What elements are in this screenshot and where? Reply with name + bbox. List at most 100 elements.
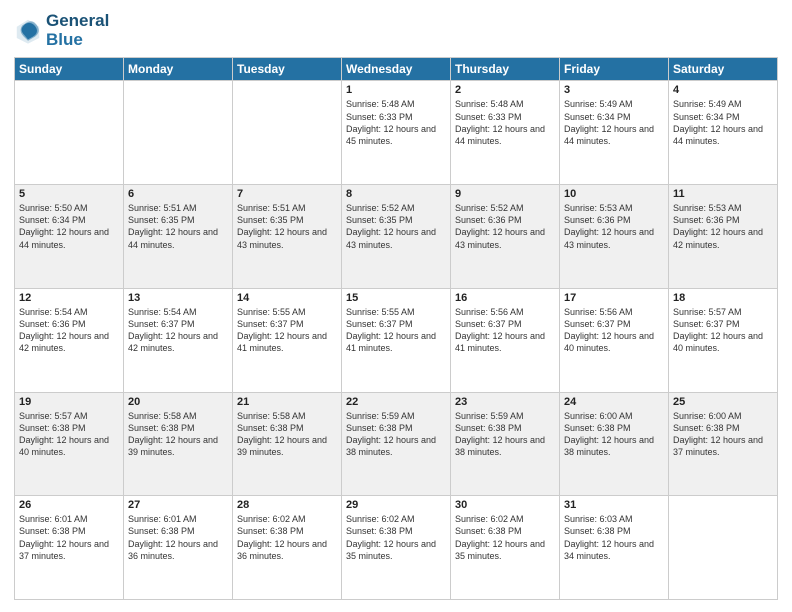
calendar-cell: 13 Sunrise: 5:54 AMSunset: 6:37 PMDayligh… [124,288,233,392]
day-number: 24 [564,396,664,408]
calendar-cell: 18 Sunrise: 5:57 AMSunset: 6:37 PMDayligh… [669,288,778,392]
day-number: 2 [455,84,555,96]
calendar-cell: 8Sunrise: 5:52 AMSunset: 6:35 PMDaylight… [342,185,451,289]
day-info: Sunrise: 6:01 AMSunset: 6:38 PMDaylight:… [128,513,228,562]
calendar-cell: 25Sunrise: 6:00 AMSunset: 6:38 PMDayligh… [669,392,778,496]
day-number: 16 [455,292,555,304]
calendar-cell: 15 Sunrise: 5:55 AMSunset: 6:37 PMDayligh… [342,288,451,392]
week-row-1: 1 Sunrise: 5:48 AMSunset: 6:33 PMDaylight… [15,81,778,185]
logo: General Blue [14,12,109,49]
day-info: Sunrise: 5:51 AMSunset: 6:35 PMDaylight:… [237,202,337,251]
day-info: Sunrise: 5:50 AMSunset: 6:34 PMDaylight:… [19,202,119,251]
weekday-monday: Monday [124,58,233,81]
day-info: Sunrise: 5:49 AMSunset: 6:34 PMDaylight:… [564,98,664,147]
day-info: Sunrise: 6:00 AMSunset: 6:38 PMDaylight:… [564,410,664,459]
header: General Blue [14,12,778,49]
day-info: Sunrise: 5:48 AMSunset: 6:33 PMDaylight:… [346,98,446,147]
day-number: 9 [455,188,555,200]
calendar-cell [124,81,233,185]
calendar-cell: 2Sunrise: 5:48 AMSunset: 6:33 PMDaylight… [451,81,560,185]
day-number: 30 [455,499,555,511]
day-info: Sunrise: 5:49 AMSunset: 6:34 PMDaylight:… [673,98,773,147]
calendar-cell: 1 Sunrise: 5:48 AMSunset: 6:33 PMDaylight… [342,81,451,185]
day-info: Sunrise: 6:00 AMSunset: 6:38 PMDaylight:… [673,410,773,459]
day-info: Sunrise: 5:53 AMSunset: 6:36 PMDaylight:… [564,202,664,251]
day-info: Sunrise: 6:03 AMSunset: 6:38 PMDaylight:… [564,513,664,562]
weekday-tuesday: Tuesday [233,58,342,81]
calendar-cell [15,81,124,185]
day-number: 1 [346,84,446,96]
day-info: Sunrise: 5:55 AMSunset: 6:37 PMDaylight:… [346,306,446,355]
calendar-cell: 29 Sunrise: 6:02 AMSunset: 6:38 PMDayligh… [342,496,451,600]
day-number: 29 [346,499,446,511]
day-number: 15 [346,292,446,304]
day-number: 27 [128,499,228,511]
day-info: Sunrise: 5:56 AMSunset: 6:37 PMDaylight:… [564,306,664,355]
day-info: Sunrise: 5:59 AMSunset: 6:38 PMDaylight:… [455,410,555,459]
day-info: Sunrise: 5:59 AMSunset: 6:38 PMDaylight:… [346,410,446,459]
calendar-cell: 16 Sunrise: 5:56 AMSunset: 6:37 PMDayligh… [451,288,560,392]
calendar-cell: 23 Sunrise: 5:59 AMSunset: 6:38 PMDayligh… [451,392,560,496]
weekday-saturday: Saturday [669,58,778,81]
weekday-friday: Friday [560,58,669,81]
day-info: Sunrise: 5:53 AMSunset: 6:36 PMDaylight:… [673,202,773,251]
calendar-cell: 3 Sunrise: 5:49 AMSunset: 6:34 PMDaylight… [560,81,669,185]
calendar-cell: 4 Sunrise: 5:49 AMSunset: 6:34 PMDaylight… [669,81,778,185]
calendar-cell: 11 Sunrise: 5:53 AMSunset: 6:36 PMDayligh… [669,185,778,289]
calendar-cell: 6Sunrise: 5:51 AMSunset: 6:35 PMDaylight… [124,185,233,289]
day-number: 19 [19,396,119,408]
calendar-cell: 17 Sunrise: 5:56 AMSunset: 6:37 PMDayligh… [560,288,669,392]
day-number: 13 [128,292,228,304]
day-number: 3 [564,84,664,96]
day-number: 11 [673,188,773,200]
day-number: 14 [237,292,337,304]
calendar-cell: 12 Sunrise: 5:54 AMSunset: 6:36 PMDayligh… [15,288,124,392]
day-info: Sunrise: 5:55 AMSunset: 6:37 PMDaylight:… [237,306,337,355]
day-info: Sunrise: 5:58 AMSunset: 6:38 PMDaylight:… [237,410,337,459]
page: General Blue SundayMondayTuesdayWednesda… [0,0,792,612]
calendar-cell: 9 Sunrise: 5:52 AMSunset: 6:36 PMDaylight… [451,185,560,289]
day-number: 5 [19,188,119,200]
day-info: Sunrise: 6:02 AMSunset: 6:38 PMDaylight:… [346,513,446,562]
day-number: 6 [128,188,228,200]
weekday-header-row: SundayMondayTuesdayWednesdayThursdayFrid… [15,58,778,81]
day-number: 23 [455,396,555,408]
logo-text: General Blue [46,12,109,49]
calendar-cell: 14 Sunrise: 5:55 AMSunset: 6:37 PMDayligh… [233,288,342,392]
day-info: Sunrise: 5:54 AMSunset: 6:37 PMDaylight:… [128,306,228,355]
calendar-cell: 5 Sunrise: 5:50 AMSunset: 6:34 PMDaylight… [15,185,124,289]
day-number: 12 [19,292,119,304]
day-info: Sunrise: 5:54 AMSunset: 6:36 PMDaylight:… [19,306,119,355]
day-info: Sunrise: 6:02 AMSunset: 6:38 PMDaylight:… [455,513,555,562]
week-row-2: 5 Sunrise: 5:50 AMSunset: 6:34 PMDaylight… [15,185,778,289]
day-number: 7 [237,188,337,200]
day-info: Sunrise: 5:56 AMSunset: 6:37 PMDaylight:… [455,306,555,355]
day-number: 18 [673,292,773,304]
calendar-cell [669,496,778,600]
day-number: 28 [237,499,337,511]
day-number: 4 [673,84,773,96]
day-number: 10 [564,188,664,200]
calendar-cell: 7 Sunrise: 5:51 AMSunset: 6:35 PMDaylight… [233,185,342,289]
day-info: Sunrise: 5:57 AMSunset: 6:37 PMDaylight:… [673,306,773,355]
calendar-cell: 24 Sunrise: 6:00 AMSunset: 6:38 PMDayligh… [560,392,669,496]
day-number: 31 [564,499,664,511]
day-info: Sunrise: 5:58 AMSunset: 6:38 PMDaylight:… [128,410,228,459]
calendar-cell [233,81,342,185]
day-number: 20 [128,396,228,408]
day-number: 22 [346,396,446,408]
day-info: Sunrise: 5:52 AMSunset: 6:36 PMDaylight:… [455,202,555,251]
week-row-5: 26 Sunrise: 6:01 AMSunset: 6:38 PMDayligh… [15,496,778,600]
weekday-thursday: Thursday [451,58,560,81]
weekday-wednesday: Wednesday [342,58,451,81]
calendar-cell: 27 Sunrise: 6:01 AMSunset: 6:38 PMDayligh… [124,496,233,600]
calendar-cell: 22 Sunrise: 5:59 AMSunset: 6:38 PMDayligh… [342,392,451,496]
calendar-cell: 20 Sunrise: 5:58 AMSunset: 6:38 PMDayligh… [124,392,233,496]
calendar-cell: 21Sunrise: 5:58 AMSunset: 6:38 PMDayligh… [233,392,342,496]
day-number: 26 [19,499,119,511]
day-number: 17 [564,292,664,304]
day-info: Sunrise: 6:02 AMSunset: 6:38 PMDaylight:… [237,513,337,562]
calendar-cell: 10 Sunrise: 5:53 AMSunset: 6:36 PMDayligh… [560,185,669,289]
calendar-cell: 30 Sunrise: 6:02 AMSunset: 6:38 PMDayligh… [451,496,560,600]
day-info: Sunrise: 6:01 AMSunset: 6:38 PMDaylight:… [19,513,119,562]
